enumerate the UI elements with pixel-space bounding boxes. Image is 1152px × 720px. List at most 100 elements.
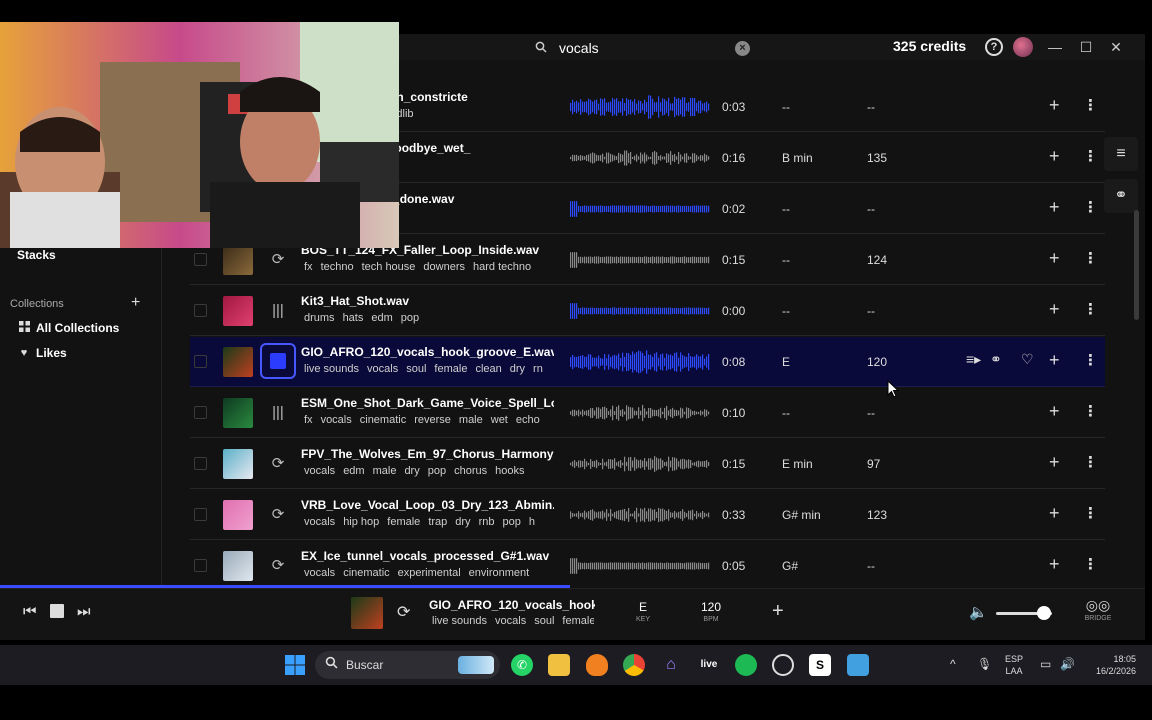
add-button[interactable]: +	[1049, 197, 1060, 218]
waveform[interactable]	[570, 552, 710, 580]
whatsapp-icon[interactable]: ✆	[511, 654, 533, 676]
tag[interactable]: vocals	[321, 414, 352, 426]
network-icon[interactable]: ▭	[1040, 657, 1051, 671]
more-options-icon[interactable]: ⋮	[1083, 249, 1098, 267]
tag[interactable]: fx	[304, 261, 313, 273]
arc-icon[interactable]: ⌂	[660, 654, 682, 676]
table-row[interactable]: ||| ESM_One_Shot_Dark_Game_Voice_Spell_Lo…	[190, 388, 1105, 438]
add-button[interactable]: +	[1049, 146, 1060, 167]
loop-icon[interactable]: ⟳	[265, 453, 291, 475]
tag[interactable]: male	[459, 414, 483, 426]
tag[interactable]: hard techno	[473, 261, 531, 273]
loop-icon[interactable]: ⟳	[397, 602, 410, 622]
waveform[interactable]	[570, 501, 710, 529]
one-shot-icon[interactable]: |||	[265, 402, 291, 424]
stop-icon[interactable]	[50, 604, 64, 618]
like-icon[interactable]: ♡	[1021, 351, 1034, 368]
stop-preview-icon[interactable]	[260, 343, 296, 379]
tag[interactable]: pop	[502, 516, 520, 528]
tag[interactable]: vocals	[495, 615, 526, 627]
queue-icon[interactable]: ≡	[1104, 137, 1138, 171]
sample-name[interactable]: FPV_The_Wolves_Em_97_Chorus_Harmony2_D	[301, 447, 554, 461]
add-button[interactable]: +	[1049, 554, 1060, 575]
spotify-icon[interactable]	[735, 654, 757, 676]
fl-studio-icon[interactable]	[586, 654, 608, 676]
add-button[interactable]: +	[1049, 350, 1060, 371]
live-icon[interactable]: live	[698, 654, 720, 676]
tag[interactable]: dry	[510, 363, 525, 375]
add-collection-button[interactable]: +	[131, 294, 140, 312]
tag[interactable]: hooks	[495, 465, 524, 477]
more-options-icon[interactable]: ⋮	[1083, 300, 1098, 318]
maximize-button[interactable]: ☐	[1076, 37, 1096, 57]
add-button[interactable]: +	[1049, 503, 1060, 524]
add-to-collection-button[interactable]: +	[772, 600, 784, 623]
tag[interactable]: fx	[304, 414, 313, 426]
more-options-icon[interactable]: ⋮	[1083, 147, 1098, 165]
tag[interactable]: dry	[404, 465, 419, 477]
more-options-icon[interactable]: ⋮	[1083, 555, 1098, 573]
waveform[interactable]	[570, 297, 710, 325]
tag[interactable]: echo	[516, 414, 540, 426]
add-button[interactable]: +	[1049, 452, 1060, 473]
loop-icon[interactable]: ⟳	[265, 504, 291, 526]
tag[interactable]: downers	[423, 261, 465, 273]
tag[interactable]: soul	[406, 363, 426, 375]
tag[interactable]: vocals	[304, 516, 335, 528]
loop-icon[interactable]: ⟳	[265, 249, 291, 271]
tag[interactable]: edm	[343, 465, 364, 477]
row-checkbox[interactable]	[194, 508, 207, 521]
sidebar-item-stacks[interactable]: Stacks	[17, 248, 56, 262]
add-button[interactable]: +	[1049, 299, 1060, 320]
row-checkbox[interactable]	[194, 406, 207, 419]
row-checkbox[interactable]	[194, 457, 207, 470]
sidebar-item-all-collections[interactable]: All Collections	[18, 321, 119, 335]
table-row[interactable]: GIO_AFRO_120_vocals_hook_groove_E.wav liv…	[190, 337, 1105, 387]
tag[interactable]: clean	[475, 363, 501, 375]
queue-icon[interactable]: ≡▸	[966, 351, 981, 368]
table-row[interactable]: ⟳ EX_Ice_tunnel_vocals_processed_G#1.wav v…	[190, 541, 1105, 586]
more-options-icon[interactable]: ⋮	[1083, 453, 1098, 471]
waveform[interactable]	[570, 246, 710, 274]
avatar[interactable]	[1013, 37, 1033, 57]
sample-name[interactable]: Kit3_Hat_Shot.wav	[301, 294, 554, 308]
clock[interactable]: 18:05 16/2/2026	[1088, 653, 1136, 677]
more-options-icon[interactable]: ⋮	[1083, 504, 1098, 522]
add-button[interactable]: +	[1049, 248, 1060, 269]
tag[interactable]: cinematic	[360, 414, 406, 426]
folder-icon[interactable]	[548, 654, 570, 676]
next-icon[interactable]: ⏭	[77, 603, 91, 620]
similar-sounds-icon[interactable]: ⚭	[990, 351, 1002, 368]
tag[interactable]: experimental	[398, 567, 461, 579]
tray-chevron-icon[interactable]: ^	[950, 657, 956, 671]
waveform[interactable]	[570, 450, 710, 478]
notes-icon[interactable]	[847, 654, 869, 676]
table-row[interactable]: ⟳ VRB_Love_Vocal_Loop_03_Dry_123_Abmin.wa…	[190, 490, 1105, 540]
table-row[interactable]: ||| Kit3_Hat_Shot.wav drums hats edm pop 0:00 -…	[190, 286, 1105, 336]
tag[interactable]: pop	[428, 465, 446, 477]
tag[interactable]: rn	[533, 363, 543, 375]
tag[interactable]: pop	[401, 312, 419, 324]
tag[interactable]: h	[529, 516, 535, 528]
tag[interactable]: live sounds	[432, 615, 487, 627]
microphone-icon[interactable]: 🎙	[977, 657, 992, 671]
tag[interactable]: hip hop	[343, 516, 379, 528]
waveform[interactable]	[570, 195, 710, 223]
tag[interactable]: female	[434, 363, 467, 375]
chrome-icon[interactable]	[623, 654, 645, 676]
tag[interactable]: environment	[469, 567, 530, 579]
sample-name[interactable]: VRB_Love_Vocal_Loop_03_Dry_123_Abmin.wav	[301, 498, 554, 512]
tag[interactable]: cinematic	[343, 567, 389, 579]
tag[interactable]: vocals	[304, 465, 335, 477]
bridge-button[interactable]: ◎◎ BRIDGE	[1081, 597, 1115, 622]
add-button[interactable]: +	[1049, 95, 1060, 116]
tag[interactable]: wet	[491, 414, 508, 426]
waveform[interactable]	[570, 399, 710, 427]
tag[interactable]: soul	[534, 615, 554, 627]
volume-handle[interactable]	[1036, 606, 1051, 620]
tag[interactable]: edm	[371, 312, 392, 324]
add-button[interactable]: +	[1049, 401, 1060, 422]
language-indicator[interactable]: ESP LAA	[1005, 653, 1023, 677]
waveform[interactable]	[570, 348, 710, 376]
previous-icon[interactable]: ⏮	[23, 603, 37, 620]
